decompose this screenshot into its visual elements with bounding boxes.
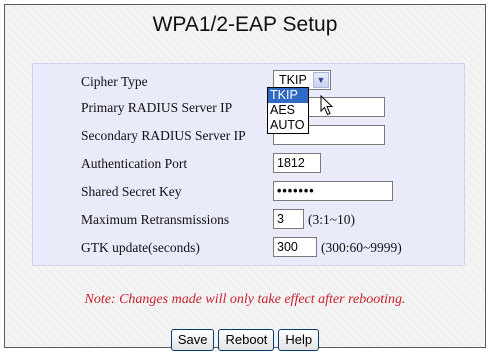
auth-port-label: Authentication Port [81, 156, 188, 171]
row-gtk-update: GTK update(seconds) 300 (300:60~9999) [33, 236, 464, 260]
auth-port-input[interactable]: 1812 [273, 153, 321, 173]
cipher-type-value: TKIP [279, 73, 307, 87]
cipher-option-aes[interactable]: AES [268, 103, 308, 118]
page-title: WPA1/2-EAP Setup [152, 13, 338, 36]
max-retrans-label: Maximum Retransmissions [81, 212, 230, 227]
shared-secret-input[interactable]: ••••••• [273, 181, 393, 201]
setup-frame: WPA1/2-EAP Setup Cipher Type TKIP ▼ Prim… [4, 4, 486, 351]
max-retrans-input[interactable]: 3 [273, 209, 304, 229]
primary-radius-label: Primary RADIUS Server IP [81, 100, 233, 115]
row-auth-port: Authentication Port 1812 [33, 152, 464, 176]
max-retrans-hint: (3:1~10) [308, 212, 356, 227]
chevron-down-icon[interactable]: ▼ [313, 72, 329, 88]
shared-secret-label: Shared Secret Key [81, 184, 182, 199]
row-secondary-radius: Secondary RADIUS Server IP [33, 124, 464, 148]
cipher-option-auto[interactable]: AUTO [268, 118, 308, 133]
button-bar: Save Reboot Help [5, 329, 485, 351]
reboot-note: Note: Changes made will only take effect… [84, 292, 406, 307]
gtk-update-input[interactable]: 300 [273, 237, 317, 257]
cipher-type-dropdown: TKIP AES AUTO [267, 87, 309, 134]
secondary-radius-label: Secondary RADIUS Server IP [81, 128, 246, 143]
row-shared-secret: Shared Secret Key ••••••• [33, 180, 464, 204]
pointer-icon [320, 94, 334, 122]
row-cipher-type: Cipher Type TKIP ▼ [33, 70, 464, 94]
cipher-type-label: Cipher Type [81, 74, 148, 89]
row-max-retrans: Maximum Retransmissions 3 (3:1~10) [33, 208, 464, 232]
settings-panel: Cipher Type TKIP ▼ Primary RADIUS Server… [32, 63, 465, 266]
gtk-update-label: GTK update(seconds) [81, 240, 200, 255]
help-button[interactable]: Help [278, 329, 320, 351]
gtk-update-hint: (300:60~9999) [321, 240, 402, 255]
reboot-button[interactable]: Reboot [218, 329, 275, 351]
row-primary-radius: Primary RADIUS Server IP [33, 96, 464, 120]
save-button[interactable]: Save [170, 329, 215, 351]
cipher-option-tkip[interactable]: TKIP [268, 88, 308, 103]
